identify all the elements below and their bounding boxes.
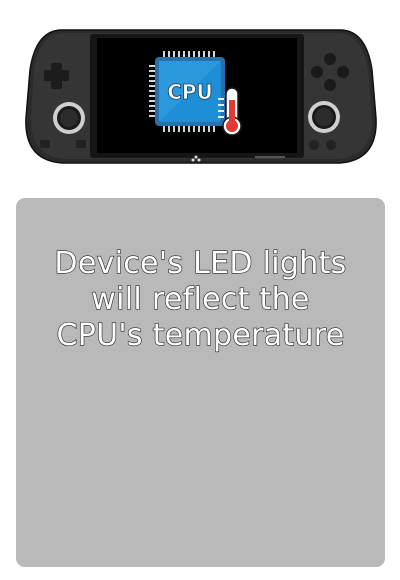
- left-stick-icon: [53, 102, 85, 134]
- right-stick-icon: [308, 101, 340, 133]
- info-message: Device's LED lights will reflect the CPU…: [16, 245, 385, 354]
- info-card: Device's LED lights will reflect the CPU…: [16, 198, 385, 567]
- cpu-chip-label: CPU: [167, 80, 213, 104]
- info-line: Device's LED lights: [54, 245, 347, 281]
- handheld-console-image: CPU: [0, 0, 400, 180]
- info-line: will reflect the: [91, 281, 310, 317]
- screen: CPU Device's LED lights will reflect the…: [0, 0, 400, 580]
- info-line: CPU's temperature: [56, 317, 345, 353]
- cpu-chip-icon: CPU: [149, 51, 225, 132]
